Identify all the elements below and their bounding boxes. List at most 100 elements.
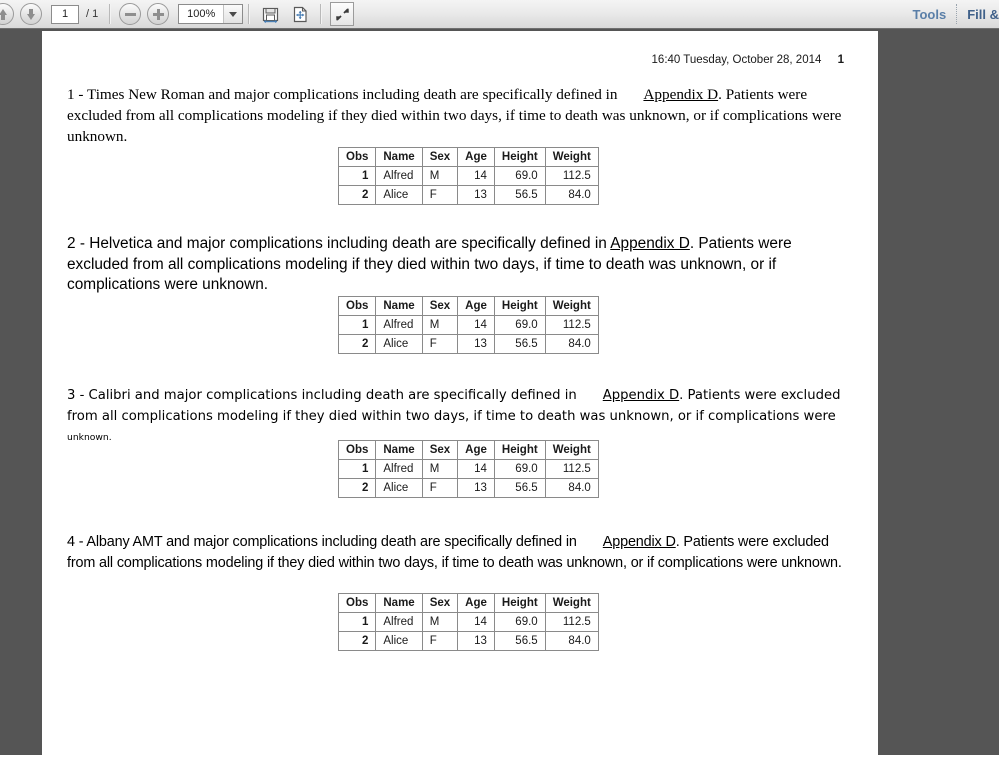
- col-sex: Sex: [421, 593, 459, 613]
- data-table-3: Obs Name Sex Age Height Weight 1 Alfred: [337, 440, 599, 498]
- col-height: Height: [493, 440, 546, 460]
- cell-name: Alice: [375, 334, 423, 354]
- cell-height: 56.5: [493, 631, 546, 651]
- col-sex: Sex: [421, 296, 459, 316]
- cell-age: 13: [457, 185, 495, 205]
- section-3-tail-small: unknown.: [67, 432, 112, 443]
- next-page-button[interactable]: [20, 3, 42, 25]
- data-table-1: Obs Name Sex Age Height Weight 1 Alfred: [337, 147, 599, 205]
- cell-weight: 112.5: [544, 315, 599, 335]
- cell-weight: 84.0: [544, 185, 599, 205]
- prev-page-button[interactable]: [0, 3, 14, 25]
- tools-menu-button[interactable]: Tools: [913, 7, 947, 22]
- col-height: Height: [493, 593, 546, 613]
- cell-sex: F: [421, 631, 459, 651]
- table-row: 2 Alice F 13 56.5 84.0: [337, 631, 599, 651]
- table-row: 2 Alice F 13 56.5 84.0: [337, 334, 599, 354]
- cell-weight: 84.0: [544, 478, 599, 498]
- table-row: 1 Alfred M 14 69.0 112.5: [337, 612, 599, 632]
- cell-weight: 84.0: [544, 334, 599, 354]
- cell-sex: M: [421, 166, 459, 186]
- cell-height: 56.5: [493, 334, 546, 354]
- cell-age: 13: [457, 334, 495, 354]
- observations-table: Obs Name Sex Age Height Weight 1 Alfred: [337, 296, 599, 354]
- fit-page-icon: [293, 6, 307, 22]
- toolbar-right-group: Tools Fill &: [913, 0, 999, 28]
- col-weight: Weight: [544, 440, 599, 460]
- page-number-value: 1: [61, 8, 69, 20]
- cell-age: 14: [457, 166, 495, 186]
- arrow-down-icon: [27, 8, 35, 20]
- section-3-lead: 3 - Calibri and major complications incl…: [67, 388, 577, 403]
- page-total-label: / 1: [86, 8, 99, 20]
- minus-circle-icon: [124, 9, 136, 20]
- zoom-level-value: 100%: [187, 8, 216, 20]
- fill-and-sign-button[interactable]: Fill &: [967, 7, 999, 22]
- cell-weight: 84.0: [544, 631, 599, 651]
- appendix-d-link[interactable]: Appendix D: [603, 534, 676, 550]
- col-name: Name: [375, 593, 423, 613]
- chevron-down-icon: [229, 11, 238, 17]
- table-row: 2 Alice F 13 56.5 84.0: [337, 185, 599, 205]
- cell-obs: 2: [337, 631, 377, 651]
- col-height: Height: [493, 296, 546, 316]
- plus-circle-icon: [152, 8, 164, 20]
- page-number-input[interactable]: 1: [51, 4, 79, 24]
- zoom-dropdown-button[interactable]: [223, 5, 243, 23]
- observations-table: Obs Name Sex Age Height Weight 1 Alfred: [337, 440, 599, 498]
- cell-height: 56.5: [493, 185, 546, 205]
- table-row: 1 Alfred M 14 69.0 112.5: [337, 166, 599, 186]
- cell-obs: 1: [337, 166, 377, 186]
- cell-height: 69.0: [493, 612, 546, 632]
- cell-name: Alfred: [375, 612, 423, 632]
- observations-table: Obs Name Sex Age Height Weight 1 Alfred: [337, 593, 599, 651]
- cell-sex: F: [421, 185, 459, 205]
- cell-obs: 2: [337, 185, 377, 205]
- zoom-in-button[interactable]: [147, 3, 170, 25]
- section-4-lead: 4 - Albany AMT and major complications i…: [67, 534, 577, 550]
- col-obs: Obs: [337, 593, 377, 613]
- cell-height: 56.5: [493, 478, 546, 498]
- col-name: Name: [375, 296, 423, 316]
- fit-page-button[interactable]: [288, 2, 312, 26]
- col-obs: Obs: [337, 147, 377, 167]
- zoom-out-button[interactable]: [119, 3, 142, 25]
- cell-name: Alfred: [375, 166, 423, 186]
- document-viewer[interactable]: 16:40 Tuesday, October 28, 2014 1 1 - Ti…: [0, 29, 999, 755]
- zoom-level-combobox[interactable]: 100%: [178, 4, 244, 24]
- section-2-paragraph: 2 - Helvetica and major complications in…: [67, 234, 857, 296]
- document-header: 16:40 Tuesday, October 28, 2014 1: [652, 54, 844, 66]
- section-2-lead: 2 - Helvetica and major complications in…: [67, 235, 607, 252]
- cell-obs: 1: [337, 315, 377, 335]
- toolbar-separator: [320, 4, 323, 24]
- cell-sex: F: [421, 478, 459, 498]
- col-age: Age: [457, 147, 495, 167]
- col-weight: Weight: [544, 296, 599, 316]
- table-header-row: Obs Name Sex Age Height Weight: [337, 593, 599, 613]
- data-table-2: Obs Name Sex Age Height Weight 1 Alfred: [337, 296, 599, 354]
- table-row: 2 Alice F 13 56.5 84.0: [337, 478, 599, 498]
- cell-age: 13: [457, 631, 495, 651]
- save-button[interactable]: [258, 2, 282, 26]
- expand-arrows-icon: [335, 7, 349, 21]
- cell-obs: 1: [337, 612, 377, 632]
- cell-sex: M: [421, 459, 459, 479]
- cell-obs: 2: [337, 478, 377, 498]
- cell-sex: F: [421, 334, 459, 354]
- cell-weight: 112.5: [544, 459, 599, 479]
- section-4-paragraph: 4 - Albany AMT and major complications i…: [67, 532, 857, 573]
- col-obs: Obs: [337, 440, 377, 460]
- fullscreen-button[interactable]: [330, 2, 355, 26]
- appendix-d-link[interactable]: Appendix D: [643, 86, 718, 103]
- cell-name: Alice: [375, 631, 423, 651]
- appendix-d-link[interactable]: Appendix D: [603, 388, 679, 403]
- table-row: 1 Alfred M 14 69.0 112.5: [337, 315, 599, 335]
- cell-age: 14: [457, 315, 495, 335]
- col-height: Height: [493, 147, 546, 167]
- col-age: Age: [457, 296, 495, 316]
- document-page: 16:40 Tuesday, October 28, 2014 1 1 - Ti…: [42, 31, 878, 755]
- toolbar-separator: [248, 4, 251, 24]
- table-row: 1 Alfred M 14 69.0 112.5: [337, 459, 599, 479]
- cell-name: Alfred: [375, 459, 423, 479]
- appendix-d-link[interactable]: Appendix D: [610, 235, 690, 252]
